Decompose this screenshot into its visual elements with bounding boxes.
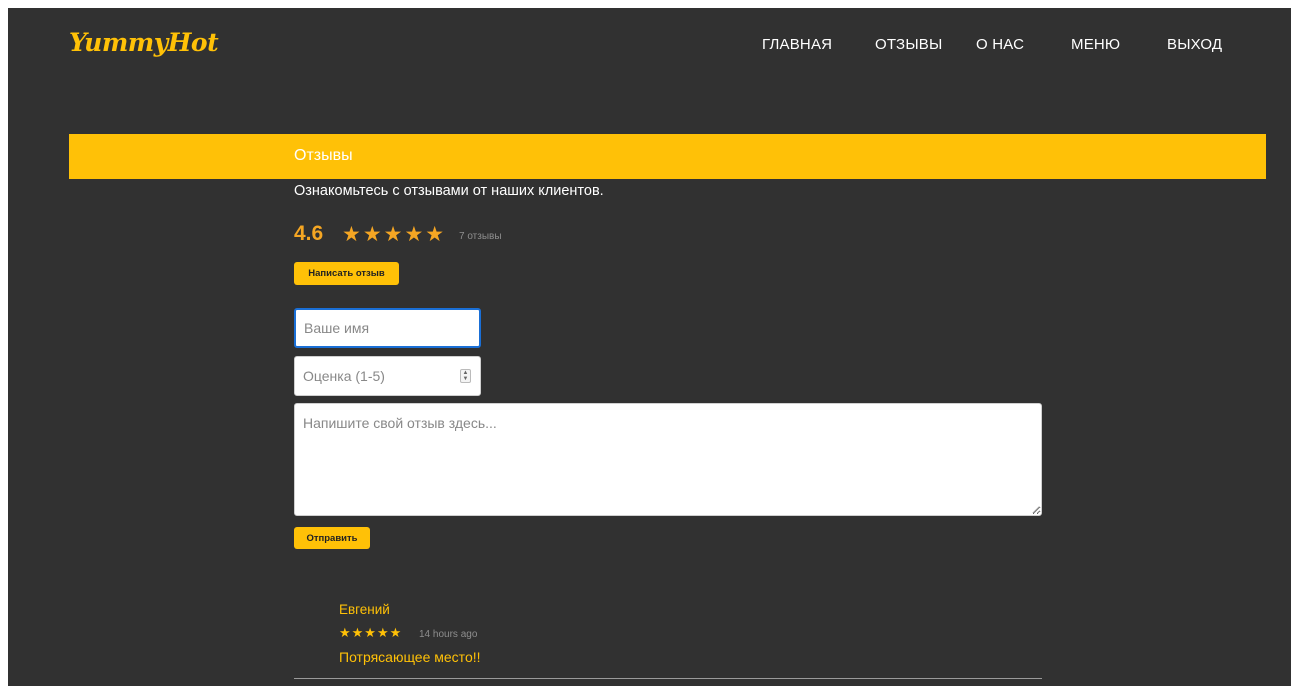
nav-item-logout[interactable]: ВЫХОД bbox=[1167, 36, 1222, 53]
score-input[interactable] bbox=[294, 356, 481, 396]
page-title: Отзывы bbox=[294, 147, 353, 164]
nav-item-about[interactable]: О НАС bbox=[976, 36, 1024, 53]
brand-logo[interactable]: YummyHot bbox=[69, 28, 219, 57]
review-text: Потрясающее место!! bbox=[339, 649, 481, 665]
review-stars-icon: ★★★★★ bbox=[339, 625, 403, 640]
score-field: ▲▼ bbox=[294, 356, 481, 396]
nav-item-home[interactable]: ГЛАВНАЯ bbox=[762, 36, 832, 53]
review-author: Евгений bbox=[339, 602, 390, 617]
average-rating: 4.6 bbox=[294, 222, 324, 245]
review-textarea[interactable] bbox=[294, 403, 1042, 516]
name-input[interactable] bbox=[294, 308, 481, 348]
page-subtitle: Ознакомьтесь с отзывами от наших клиенто… bbox=[294, 183, 604, 199]
review-count: 7 отзывы bbox=[459, 231, 502, 242]
nav-item-menu[interactable]: МЕНЮ bbox=[1071, 36, 1120, 53]
rating-stars-icon: ★★★★★ bbox=[342, 223, 447, 246]
nav-item-reviews[interactable]: ОТЗЫВЫ bbox=[875, 36, 942, 53]
page-viewport: YummyHot ГЛАВНАЯ ОТЗЫВЫ О НАС МЕНЮ ВЫХОД… bbox=[8, 8, 1291, 686]
review-divider bbox=[294, 678, 1042, 679]
spinner-icon[interactable]: ▲ ▼ bbox=[460, 369, 471, 383]
review-time: 14 hours ago bbox=[419, 629, 478, 640]
write-review-button[interactable]: Написать отзыв bbox=[294, 262, 399, 285]
page-title-banner: Отзывы bbox=[69, 134, 1266, 179]
submit-button[interactable]: Отправить bbox=[294, 527, 370, 549]
